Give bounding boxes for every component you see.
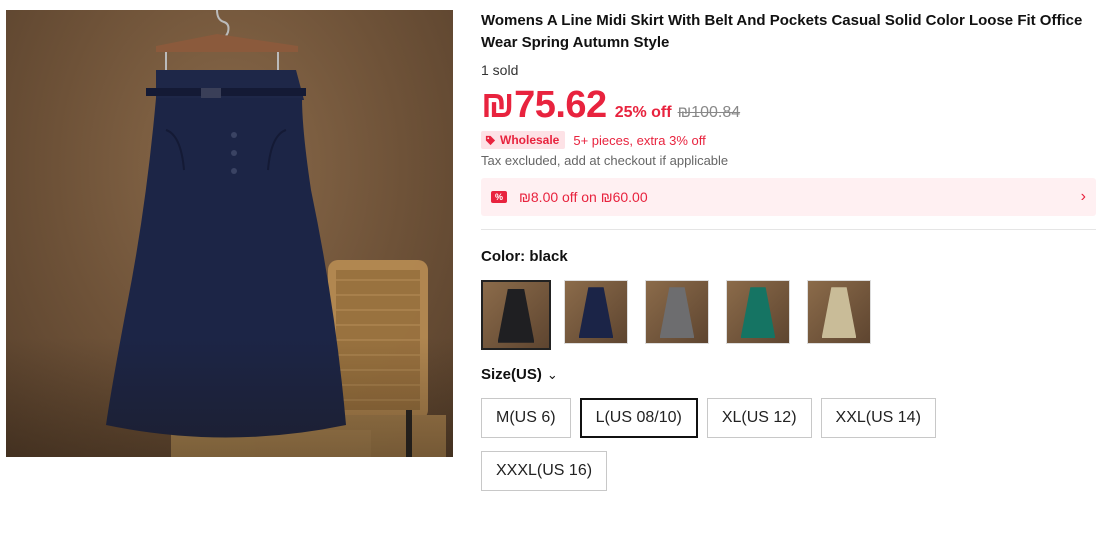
wholesale-row: Wholesale 5+ pieces, extra 3% off [481,131,1096,149]
size-label-toggle[interactable]: Size(US) ⌄ [481,366,1096,383]
chevron-down-icon: ⌄ [546,366,558,382]
hanger [156,10,298,70]
size-option-xxl[interactable]: XXL(US 14) [820,398,936,438]
price-row: ₪75.62 25% off ₪100.84 [481,84,1096,127]
product-info-panel: Womens A Line Midi Skirt With Belt And P… [481,10,1096,504]
coupon-text: ₪8.00 off on ₪60.00 [519,189,648,205]
sold-count: 1 sold [481,62,519,78]
wholesale-badge: Wholesale [481,131,566,149]
swatch-skirt-navy [578,287,614,339]
discount-label: 25% off [614,104,672,121]
coupon-banner[interactable]: % ₪8.00 off on ₪60.00 › [481,178,1096,216]
color-swatch-khaki[interactable] [807,280,871,344]
size-options: M(US 6) L(US 08/10) XL(US 12) XXL(US 14)… [481,398,1001,504]
coupon-icon: % [491,191,507,203]
color-swatches [481,280,1096,350]
current-price: ₪75.62 [481,84,607,126]
divider [481,229,1096,230]
color-swatch-green[interactable] [726,280,790,344]
color-swatch-black[interactable] [481,280,551,350]
color-label: Color: black [481,248,568,265]
tax-note: Tax excluded, add at checkout if applica… [481,153,729,168]
product-title: Womens A Line Midi Skirt With Belt And P… [481,12,1083,51]
color-swatch-gray[interactable] [645,280,709,344]
swatch-skirt-gray [659,287,695,339]
wholesale-badge-label: Wholesale [500,133,560,147]
image-shadow [6,337,453,457]
size-option-xl[interactable]: XL(US 12) [706,398,812,438]
swatch-skirt-green [740,287,776,339]
size-label: Size(US) [481,366,542,383]
swatch-skirt-khaki [821,287,857,339]
product-main-image[interactable] [6,10,453,457]
swatch-skirt-black [497,288,535,343]
original-price: ₪100.84 [677,104,741,121]
color-swatch-navy[interactable] [564,280,628,344]
size-option-m[interactable]: M(US 6) [481,398,571,438]
wholesale-offer-text: 5+ pieces, extra 3% off [573,132,706,148]
tag-icon [485,135,496,145]
size-option-l[interactable]: L(US 08/10) [579,398,698,438]
coupon-left: % ₪8.00 off on ₪60.00 [491,189,648,205]
chevron-right-icon: › [1080,188,1086,205]
size-option-xxxl[interactable]: XXXL(US 16) [481,451,608,491]
